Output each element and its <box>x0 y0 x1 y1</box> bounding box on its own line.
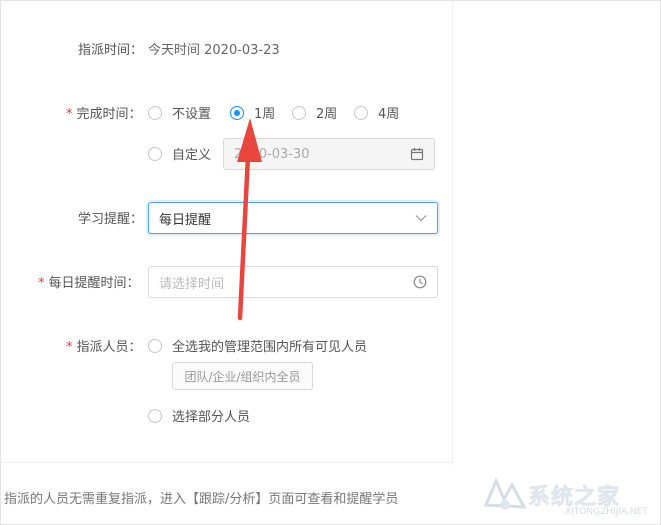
radio-circle <box>292 105 306 120</box>
clock-icon <box>413 275 427 289</box>
assign-time-label: 指派时间： <box>78 43 144 58</box>
watermark-logo-icon <box>482 475 528 515</box>
assignees-option-partial[interactable]: 选择部分人员 <box>148 406 250 425</box>
study-reminder-label: 学习提醒： <box>78 212 144 227</box>
section-divider <box>0 462 452 463</box>
radio-circle <box>148 408 162 423</box>
footer-note: 指派的人员无需重复指派，进入【跟踪/分析】页面可查看和提醒学员 <box>4 492 399 507</box>
radio-circle <box>148 338 162 353</box>
watermark-url: XITONGZHIJIA.NET <box>565 507 648 517</box>
radio-circle <box>148 105 162 120</box>
radio-circle-selected <box>230 105 244 120</box>
study-reminder-select[interactable]: 每日提醒 <box>148 202 438 234</box>
daily-reminder-time-input[interactable]: 请选择时间 <box>148 266 438 298</box>
custom-date-input[interactable]: 2020-03-30 <box>223 138 435 170</box>
radio-circle <box>354 105 368 120</box>
required-mark: * <box>66 107 73 122</box>
assignees-scope-tag: 团队/企业/组织内全员 <box>172 362 313 390</box>
assignees-label: * 指派人员： <box>66 340 142 355</box>
finish-time-option-none[interactable]: 不设置 <box>148 103 211 122</box>
finish-time-option-custom[interactable]: 自定义 <box>148 144 211 163</box>
finish-time-option-2weeks[interactable]: 2周 <box>292 103 337 122</box>
finish-time-option-4weeks[interactable]: 4周 <box>354 103 399 122</box>
finish-time-label: * 完成时间： <box>66 107 142 122</box>
required-mark: * <box>66 340 73 355</box>
radio-circle <box>148 146 162 161</box>
assign-time-value: 今天时间 2020-03-23 <box>148 43 280 58</box>
frame-border <box>0 0 661 525</box>
daily-reminder-time-label: * 每日提醒时间： <box>38 276 140 291</box>
calendar-icon <box>410 147 424 161</box>
finish-time-option-1week[interactable]: 1周 <box>230 103 275 122</box>
assignees-option-all[interactable]: 全选我的管理范围内所有可见人员 <box>148 336 367 355</box>
annotation-arrow <box>237 118 262 321</box>
panel-divider <box>452 0 453 465</box>
chevron-down-icon <box>415 214 427 222</box>
required-mark: * <box>38 276 45 291</box>
